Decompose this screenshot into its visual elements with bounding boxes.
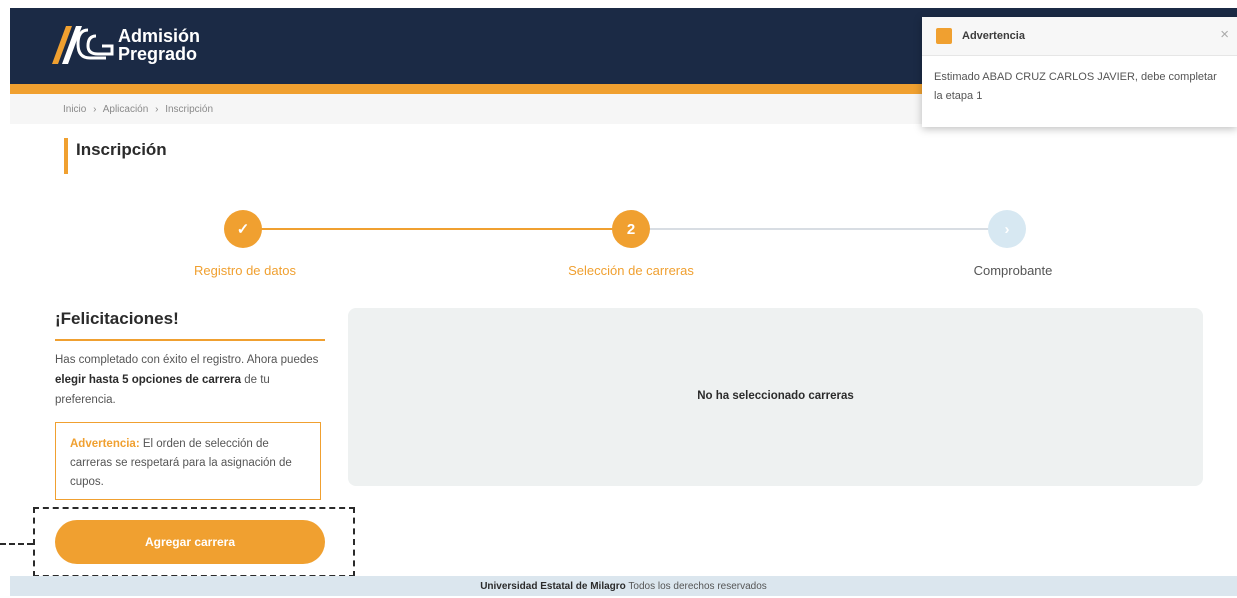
warning-square-icon bbox=[936, 28, 952, 44]
add-career-button[interactable]: Agregar carrera bbox=[55, 520, 325, 564]
breadcrumb-current: Inscripción bbox=[165, 104, 214, 115]
warning-toast: Advertencia × Estimado ABAD CRUZ CARLOS … bbox=[922, 17, 1237, 127]
close-icon[interactable]: × bbox=[1220, 26, 1229, 43]
congratulations-text: Has completado con éxito el registro. Ah… bbox=[55, 350, 330, 410]
empty-state-text: No ha seleccionado carreras bbox=[697, 390, 854, 402]
step-2-marker: 2 bbox=[612, 210, 650, 248]
selected-careers-panel: No ha seleccionado carreras bbox=[348, 308, 1203, 486]
stepper-line-pending bbox=[631, 228, 1008, 230]
step-3-chevron-icon: › bbox=[988, 210, 1026, 248]
stepper-line-complete bbox=[243, 228, 631, 230]
congratulations-title: ¡Felicitaciones! bbox=[55, 309, 179, 328]
toast-header: Advertencia × bbox=[922, 17, 1237, 56]
step-3-label: Comprobante bbox=[973, 263, 1053, 278]
logo-line-1: Admisión bbox=[118, 26, 201, 46]
app-logo[interactable]: Admisión Pregrado bbox=[48, 20, 200, 70]
breadcrumb: Inicio › Aplicación › Inscripción bbox=[63, 104, 217, 115]
warning-label: Advertencia: bbox=[70, 438, 140, 450]
breadcrumb-separator: › bbox=[155, 104, 159, 115]
step-2-label: Selección de carreras bbox=[568, 263, 694, 278]
warning-box: Advertencia: El orden de selección de ca… bbox=[55, 422, 321, 500]
title-accent-bar bbox=[64, 138, 68, 174]
page-title: Inscripción bbox=[76, 140, 167, 159]
logo-text: Admisión Pregrado bbox=[118, 27, 200, 63]
congratulations-text-bold: elegir hasta 5 opciones de carrera bbox=[55, 374, 242, 386]
step-1-check-icon: ✓ bbox=[224, 210, 262, 248]
breadcrumb-home[interactable]: Inicio bbox=[63, 104, 86, 115]
step-1-label: Registro de datos bbox=[194, 263, 296, 278]
toast-message: Estimado ABAD CRUZ CARLOS JAVIER, debe c… bbox=[934, 71, 1217, 102]
highlight-leader-line bbox=[0, 543, 33, 545]
footer-rights: Todos los derechos reservados bbox=[625, 581, 767, 592]
congratulations-underline bbox=[55, 339, 325, 341]
logo-mark-icon bbox=[52, 26, 114, 64]
footer-university: Universidad Estatal de Milagro bbox=[480, 581, 626, 592]
footer: Universidad Estatal de Milagro Todos los… bbox=[10, 576, 1237, 596]
congratulations-text-part: Has completado con éxito el registro. Ah… bbox=[55, 354, 319, 366]
breadcrumb-application[interactable]: Aplicación bbox=[103, 104, 149, 115]
toast-title: Advertencia bbox=[962, 30, 1025, 42]
logo-line-2: Pregrado bbox=[118, 44, 198, 64]
breadcrumb-separator: › bbox=[93, 104, 97, 115]
